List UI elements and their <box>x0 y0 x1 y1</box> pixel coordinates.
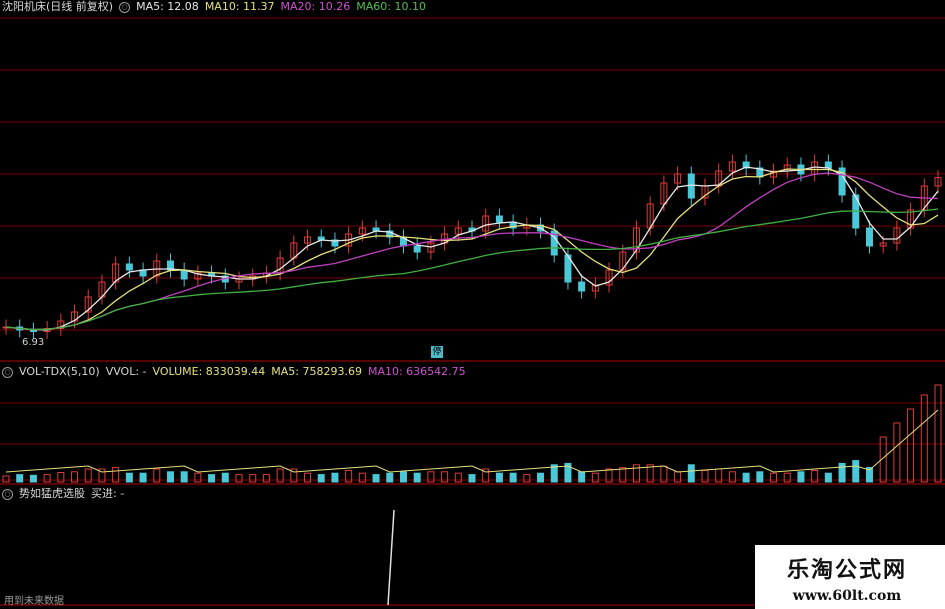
volume-bar <box>907 408 915 483</box>
volume-bar <box>235 474 243 483</box>
volume-bar <box>249 474 257 483</box>
volume-panel-header: ○ VOL-TDX(5,10) VVOL: - VOLUME: 833039.44 MA… <box>2 365 472 379</box>
volume-indicator-name: VOL-TDX(5,10) <box>19 365 100 378</box>
volume-bar <box>29 474 37 483</box>
ma20-line <box>5 172 939 331</box>
candle-body <box>865 227 873 247</box>
volume-bar <box>2 475 10 483</box>
ma20-value: MA20: 10.26 <box>280 0 351 13</box>
volume-bar <box>783 472 791 483</box>
chart-canvas <box>0 17 945 606</box>
volume-bar <box>386 472 394 483</box>
volume-bar <box>16 474 24 483</box>
volume-bar <box>166 471 174 483</box>
volume-bar <box>413 472 421 483</box>
indicator-panel-header: ○ 势如猛虎选股 买进: - <box>2 487 130 501</box>
low-price-label: 6.93 <box>22 337 45 348</box>
volume-bar <box>797 471 805 483</box>
title: 沈阳机床(日线 前复权) <box>2 0 114 13</box>
stop-trading-marker: 停 <box>431 346 443 358</box>
volume-bar <box>125 472 133 483</box>
volume-bar <box>208 474 216 483</box>
volume-bar <box>578 471 586 483</box>
volume-ma10-value: MA10: 636542.75 <box>367 365 466 378</box>
volume-ma5-value: MA5: 758293.69 <box>271 365 362 378</box>
volume-bar <box>372 474 380 483</box>
future-data-note: 用到未来数据 <box>4 596 64 607</box>
settings-circle-icon[interactable]: ○ <box>119 1 131 13</box>
volume-bar <box>893 422 901 483</box>
watermark: 乐淘公式网 www.60lt.com <box>757 552 937 604</box>
volume-bar <box>317 474 325 483</box>
ma10-value: MA10: 11.37 <box>204 0 275 13</box>
ma5-value: MA5: 12.08 <box>136 0 199 13</box>
volume-bar <box>468 474 476 483</box>
ma10-line <box>5 168 939 331</box>
candle-body <box>578 281 586 292</box>
candle-body <box>824 161 832 169</box>
volume-bar <box>687 464 695 483</box>
volume-ma5-line <box>5 409 939 473</box>
stock-chart-window: { "header": { "title": "沈阳机床(日线 前复权)", "… <box>0 0 945 609</box>
candle-body <box>413 245 421 253</box>
volume-bar <box>824 472 832 483</box>
ma60-value: MA60: 10.10 <box>356 0 426 13</box>
indicator-name: 势如猛虎选股 <box>19 487 85 500</box>
volume-bar <box>399 471 407 483</box>
volume-value: VOLUME: 833039.44 <box>152 365 266 378</box>
buy-signal-value: 买进: - <box>91 487 125 500</box>
volume-bar <box>331 472 339 483</box>
volume-settings-icon[interactable]: ○ <box>2 366 13 378</box>
indicator-signal-line <box>387 509 395 606</box>
watermark-url: www.60lt.com <box>792 588 902 604</box>
volume-bar <box>304 472 312 483</box>
volume-bar <box>221 472 229 483</box>
volume-bar <box>523 474 531 483</box>
volume-bar <box>756 471 764 483</box>
vvol-value: VVOL: - <box>105 365 147 378</box>
indicator-settings-icon[interactable]: ○ <box>2 488 13 500</box>
volume-bar <box>454 472 462 483</box>
volume-bar <box>920 394 928 483</box>
volume-bar <box>358 472 366 483</box>
volume-bar <box>838 462 846 483</box>
volume-bar <box>43 474 51 483</box>
candle-body <box>687 173 695 199</box>
volume-bar <box>495 472 503 483</box>
volume-bar <box>770 472 778 483</box>
volume-bar <box>180 471 188 483</box>
volume-bar <box>591 472 599 483</box>
volume-bar <box>934 384 942 483</box>
price-panel-header: 沈阳机床(日线 前复权) ○ MA5: 12.08 MA10: 11.37 MA20: … <box>2 0 432 14</box>
candle-body <box>180 269 188 280</box>
volume-bar <box>57 472 65 483</box>
volume-bar <box>194 472 202 483</box>
volume-bar <box>742 472 750 483</box>
watermark-title: 乐淘公式网 <box>786 557 907 583</box>
volume-bar <box>262 474 270 483</box>
ma5-line <box>5 166 939 331</box>
volume-bar <box>139 472 147 483</box>
volume-bar <box>852 460 860 483</box>
volume-bar <box>537 472 545 483</box>
candle-body <box>125 263 133 271</box>
candle-body <box>495 215 503 223</box>
volume-bar <box>509 472 517 483</box>
